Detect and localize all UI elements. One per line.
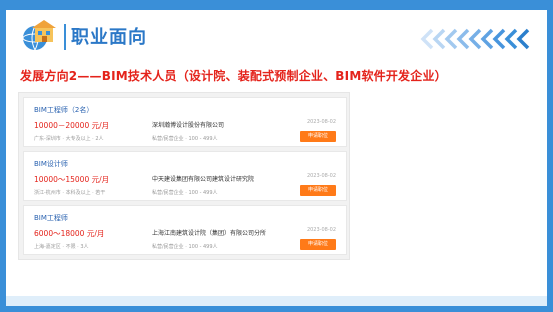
- job-meta: 浙江-杭州市 · 本科及以上 · 若干: [34, 190, 106, 196]
- job-meta: 广东-深圳市 · 大专及以上 · 2人: [34, 136, 104, 142]
- job-card[interactable]: BIM设计师 10000～15000 元/月 浙江-杭州市 · 本科及以上 · …: [23, 151, 347, 201]
- company-name[interactable]: 上海江南建筑设计院（集团）有限公司分所: [152, 228, 266, 237]
- title-divider: [64, 24, 66, 50]
- company-info: 私营/民营企业 · 100 - 499人: [152, 136, 218, 142]
- company-name[interactable]: 中天建设集团有限公司建筑设计研究院: [152, 174, 254, 183]
- job-card[interactable]: BIM工程师 6000～18000 元/月 上海-嘉定区 · 不限 · 3人 上…: [23, 205, 347, 255]
- company-info: 私营/民营企业 · 100 - 499人: [152, 190, 218, 196]
- job-title[interactable]: BIM工程师（2名）: [34, 105, 93, 115]
- job-title[interactable]: BIM设计师: [34, 159, 68, 169]
- bottom-strip: [6, 296, 547, 306]
- slide: 职业面向 发展方向2——BIM技术人员（设计院、装配式预制企业、BIM软件开发企…: [0, 0, 553, 312]
- apply-button[interactable]: 申请职位: [300, 185, 336, 196]
- apply-button[interactable]: 申请职位: [300, 131, 336, 142]
- job-salary: 6000～18000 元/月: [34, 229, 105, 238]
- chevron-left-arrows-icon: [420, 28, 530, 50]
- section-heading: 发展方向2——BIM技术人员（设计院、装配式预制企业、BIM软件开发企业）: [20, 69, 447, 83]
- page-title: 职业面向: [71, 27, 147, 48]
- post-date: 2023-08-02: [306, 173, 336, 179]
- apply-button[interactable]: 申请职位: [300, 239, 336, 250]
- job-card[interactable]: BIM工程师（2名） 10000－20000 元/月 广东-深圳市 · 大专及以…: [23, 97, 347, 147]
- house-globe-logo-icon: [22, 20, 56, 51]
- top-bar: [6, 6, 547, 10]
- post-date: 2023-08-02: [306, 119, 336, 125]
- company-name[interactable]: 深圳瀚博设计股份有限公司: [152, 120, 224, 129]
- job-salary: 10000～15000 元/月: [34, 175, 110, 184]
- job-title[interactable]: BIM工程师: [34, 213, 68, 223]
- company-info: 私营/民营企业 · 100 - 499人: [152, 244, 218, 250]
- job-salary: 10000－20000 元/月: [34, 121, 110, 130]
- job-list: BIM工程师（2名） 10000－20000 元/月 广东-深圳市 · 大专及以…: [18, 92, 350, 260]
- post-date: 2023-08-02: [306, 227, 336, 233]
- job-meta: 上海-嘉定区 · 不限 · 3人: [34, 244, 89, 250]
